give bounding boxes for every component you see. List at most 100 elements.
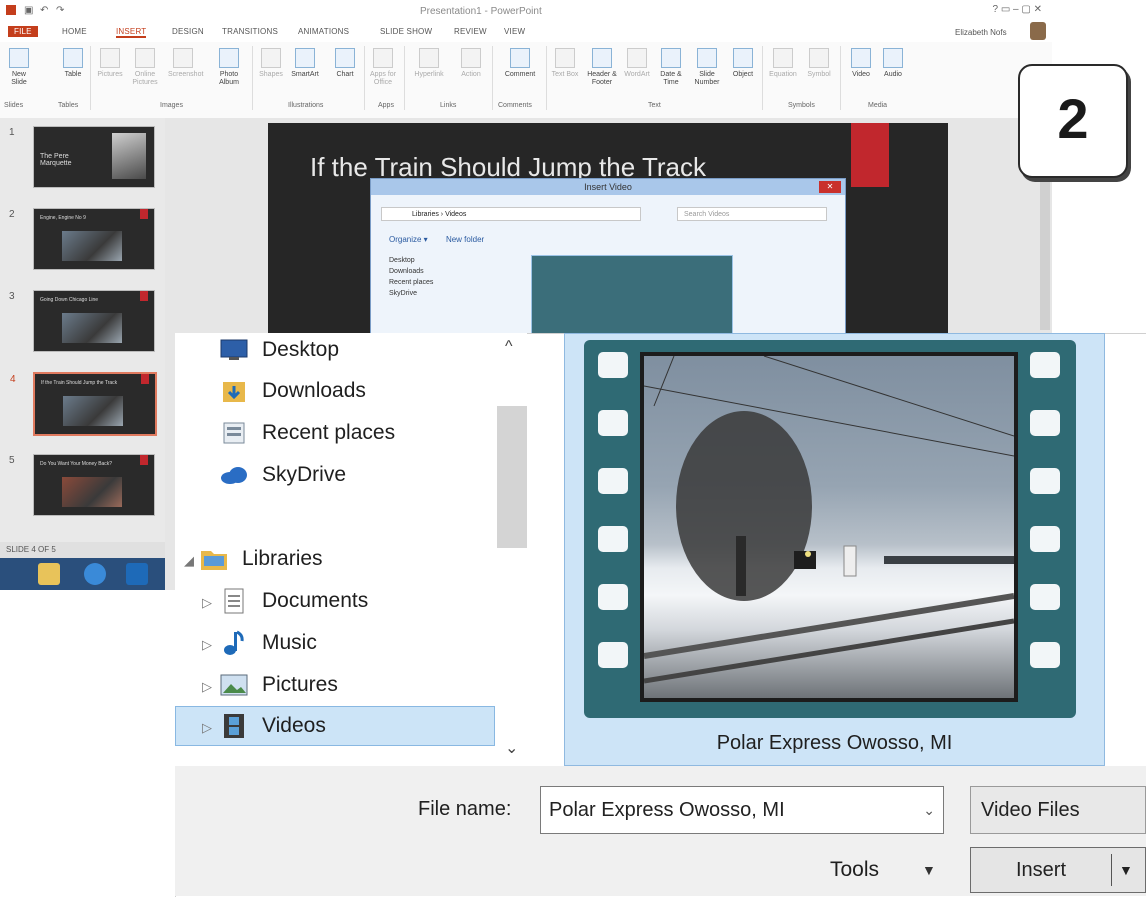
title-bar: ▣ ↶ ↷ Presentation1 - PowerPoint ? ▭ – ▢… [0, 0, 1052, 24]
table-button[interactable]: Table [58, 48, 88, 79]
nav-item-downloads[interactable]: Downloads [220, 374, 366, 408]
tab-insert[interactable]: INSERT [116, 27, 147, 38]
tab-home[interactable]: HOME [62, 27, 87, 36]
video-thumbnail[interactable] [531, 255, 733, 336]
shapes-button[interactable]: Shapes [256, 48, 286, 79]
insert-dropdown-icon[interactable]: ▼ [1119, 848, 1133, 892]
screenshot-button[interactable]: Screenshot [168, 48, 203, 79]
dialog-title: Insert Video [584, 182, 632, 192]
slide-number-button[interactable]: Slide Number [692, 48, 722, 87]
nav-item-desktop[interactable]: Desktop [220, 333, 339, 367]
desktop-icon [220, 337, 248, 363]
nav-item-skydrive[interactable]: SkyDrive [220, 458, 346, 492]
photo-album-button[interactable]: Photo Album [214, 48, 244, 87]
text-box-button[interactable]: Text Box [550, 48, 580, 79]
user-name[interactable]: Elizabeth Nofs [955, 28, 1007, 37]
file-explorer-icon[interactable] [38, 563, 60, 585]
internet-explorer-icon[interactable] [84, 563, 106, 585]
symbol-button[interactable]: Symbol [804, 48, 834, 79]
nav-item-videos[interactable]: Videos [220, 709, 326, 743]
outlook-icon[interactable] [126, 563, 148, 585]
object-button[interactable]: Object [728, 48, 758, 79]
slide-number: 5 [9, 455, 15, 466]
nav-label: Desktop [262, 338, 340, 361]
tools-menu[interactable]: Tools [830, 858, 879, 882]
tab-review[interactable]: REVIEW [454, 27, 487, 36]
slide-thumbnail-5[interactable]: 5 Do You Want Your Money Back? [9, 454, 155, 516]
avatar[interactable] [1030, 22, 1046, 40]
smartart-button[interactable]: SmartArt [290, 48, 320, 79]
nav-item-music[interactable]: Music [220, 626, 317, 660]
film-hole [1030, 352, 1060, 378]
nav-item-recent-places[interactable]: Recent places [220, 416, 395, 450]
expand-arrow-icon[interactable]: ▷ [202, 720, 212, 736]
undo-icon[interactable]: ↶ [40, 5, 48, 16]
comment-button[interactable]: Comment [500, 48, 540, 79]
slide-scrollbar[interactable] [1040, 180, 1050, 330]
file-type-select[interactable]: Video Files [970, 786, 1146, 834]
chart-button[interactable]: Chart [330, 48, 360, 79]
redo-icon[interactable]: ↷ [56, 5, 64, 16]
ribbon: New Slide Table Pictures Online Pictures… [0, 42, 1052, 119]
equation-button[interactable]: Equation [766, 48, 800, 79]
apps-for-office-button[interactable]: Apps for Office [368, 48, 398, 87]
file-name-input[interactable]: Polar Express Owosso, MI ⌄ [540, 786, 944, 834]
expand-arrow-icon[interactable]: ▷ [202, 595, 212, 611]
new-folder-button[interactable]: New folder [446, 235, 484, 244]
group-label-comments: Comments [498, 102, 532, 109]
nav-item-documents[interactable]: Documents [220, 584, 368, 618]
tab-design[interactable]: DESIGN [172, 27, 204, 36]
nav-item-skydrive[interactable]: SkyDrive [389, 288, 433, 299]
group-separator [90, 46, 91, 110]
omega-icon [809, 48, 829, 68]
video-button[interactable]: Video [846, 48, 876, 79]
new-slide-button[interactable]: New Slide [4, 48, 34, 87]
film-hole [598, 526, 628, 552]
group-separator [492, 46, 493, 110]
tab-transitions[interactable]: TRANSITIONS [222, 27, 278, 36]
tab-slide-show[interactable]: SLIDE SHOW [380, 27, 432, 36]
tab-file[interactable]: FILE [8, 26, 38, 37]
thumbnail-image [62, 313, 122, 343]
nav-scrollbar-track[interactable] [497, 333, 527, 766]
slide-thumbnail-1[interactable]: 1 The Pere Marquette [9, 126, 155, 188]
chevron-down-icon[interactable]: ⌄ [923, 787, 935, 833]
action-button[interactable]: Action [456, 48, 486, 79]
scroll-up-icon[interactable]: ^ [505, 338, 513, 356]
nav-item-recent-places[interactable]: Recent places [389, 277, 433, 288]
slide-thumbnail-3[interactable]: 3 Going Down Chicago Line [9, 290, 155, 352]
group-label-illustrations: Illustrations [288, 102, 324, 109]
expand-arrow-icon[interactable]: ▷ [202, 637, 212, 653]
tools-dropdown-icon[interactable]: ▼ [922, 862, 936, 878]
search-input[interactable]: Search Videos [677, 207, 827, 221]
window-controls-icon[interactable]: ? ▭ – ▢ ✕ [992, 4, 1042, 15]
audio-button[interactable]: Audio [878, 48, 908, 79]
scroll-down-icon[interactable]: ⌄ [505, 738, 518, 758]
nav-item-downloads[interactable]: Downloads [389, 266, 433, 277]
slide-caption: Do You Want Your Money Back? [40, 461, 113, 467]
insert-button[interactable]: Insert ▼ [970, 847, 1146, 893]
date-time-button[interactable]: Date & Time [656, 48, 686, 87]
header-footer-button[interactable]: Header & Footer [584, 48, 620, 87]
nav-item-desktop[interactable]: Desktop [389, 255, 433, 266]
organize-button[interactable]: Organize ▾ [389, 235, 428, 244]
close-icon[interactable]: ✕ [819, 181, 841, 193]
expand-arrow-icon[interactable]: ▷ [202, 679, 212, 695]
nav-scrollbar-thumb[interactable] [497, 406, 527, 548]
nav-item-libraries[interactable]: Libraries [200, 542, 323, 576]
music-note-icon [220, 630, 248, 656]
online-pictures-button[interactable]: Online Pictures [130, 48, 160, 87]
slide-thumbnail-4[interactable]: 4 If the Train Should Jump the Track [10, 372, 157, 436]
collapse-arrow-icon[interactable]: ◢ [184, 553, 194, 569]
wordart-button[interactable]: WordArt [622, 48, 652, 79]
slide-red-accent [851, 123, 889, 187]
hyperlink-button[interactable]: Hyperlink [414, 48, 444, 79]
pictures-button[interactable]: Pictures [95, 48, 125, 79]
insert-video-dialog-small: Insert Video ✕ ⊙ ⊙ ▾ ↑ Libraries › Video… [370, 178, 846, 336]
tab-animations[interactable]: ANIMATIONS [298, 27, 349, 36]
save-icon[interactable]: ▣ [24, 5, 33, 16]
address-bar[interactable]: Libraries › Videos [381, 207, 641, 221]
slide-thumbnail-2[interactable]: 2 Engine, Engine No 9 [9, 208, 155, 270]
nav-item-pictures[interactable]: Pictures [220, 668, 338, 702]
tab-view[interactable]: VIEW [504, 27, 525, 36]
